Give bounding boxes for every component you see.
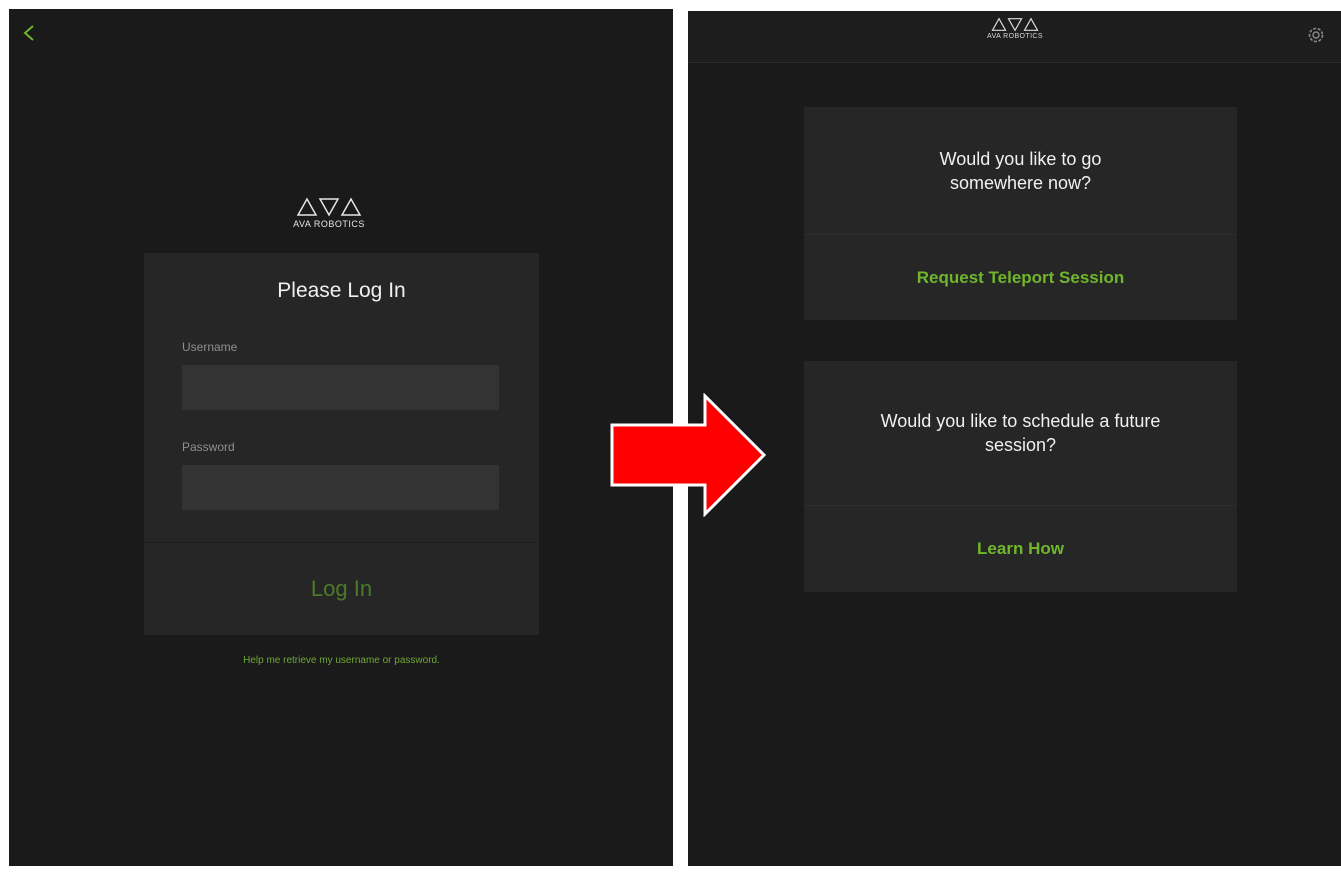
chevron-left-icon[interactable] bbox=[21, 23, 37, 43]
logo-text: AVA ROBOTICS bbox=[987, 33, 1043, 40]
request-teleport-session-button[interactable]: Request Teleport Session bbox=[804, 235, 1237, 320]
schedule-session-question: Would you like to schedule a future sess… bbox=[880, 411, 1161, 455]
learn-how-button[interactable]: Learn How bbox=[804, 506, 1237, 592]
login-title: Please Log In bbox=[277, 279, 406, 302]
schedule-session-card: Would you like to schedule a future sess… bbox=[804, 361, 1237, 592]
gear-icon[interactable] bbox=[1306, 25, 1326, 45]
login-card: Please Log In Username Password Log In bbox=[144, 253, 539, 635]
username-label: Username bbox=[182, 340, 238, 354]
go-somewhere-card: Would you like to go somewhere now? Requ… bbox=[804, 107, 1237, 320]
ava-logo-icon bbox=[296, 197, 362, 217]
ava-logo-icon bbox=[991, 17, 1039, 32]
login-screen: AVA ROBOTICS Please Log In Username Pass… bbox=[9, 9, 673, 866]
password-label: Password bbox=[182, 440, 235, 454]
ava-logo: AVA ROBOTICS bbox=[281, 197, 377, 237]
password-input[interactable] bbox=[182, 465, 499, 510]
login-button[interactable]: Log In bbox=[144, 543, 539, 635]
stage: AVA ROBOTICS Please Log In Username Pass… bbox=[0, 0, 1341, 875]
ava-logo-header: AVA ROBOTICS bbox=[975, 17, 1055, 57]
session-screen: AVA ROBOTICS Would you like to go somewh… bbox=[688, 11, 1341, 866]
help-retrieve-link[interactable]: Help me retrieve my username or password… bbox=[144, 655, 539, 666]
username-input[interactable] bbox=[182, 365, 499, 410]
go-somewhere-question: Would you like to go somewhere now? bbox=[939, 149, 1102, 193]
top-bar: AVA ROBOTICS bbox=[688, 11, 1341, 63]
arrow-right-icon bbox=[610, 393, 767, 517]
logo-text: AVA ROBOTICS bbox=[293, 219, 365, 229]
